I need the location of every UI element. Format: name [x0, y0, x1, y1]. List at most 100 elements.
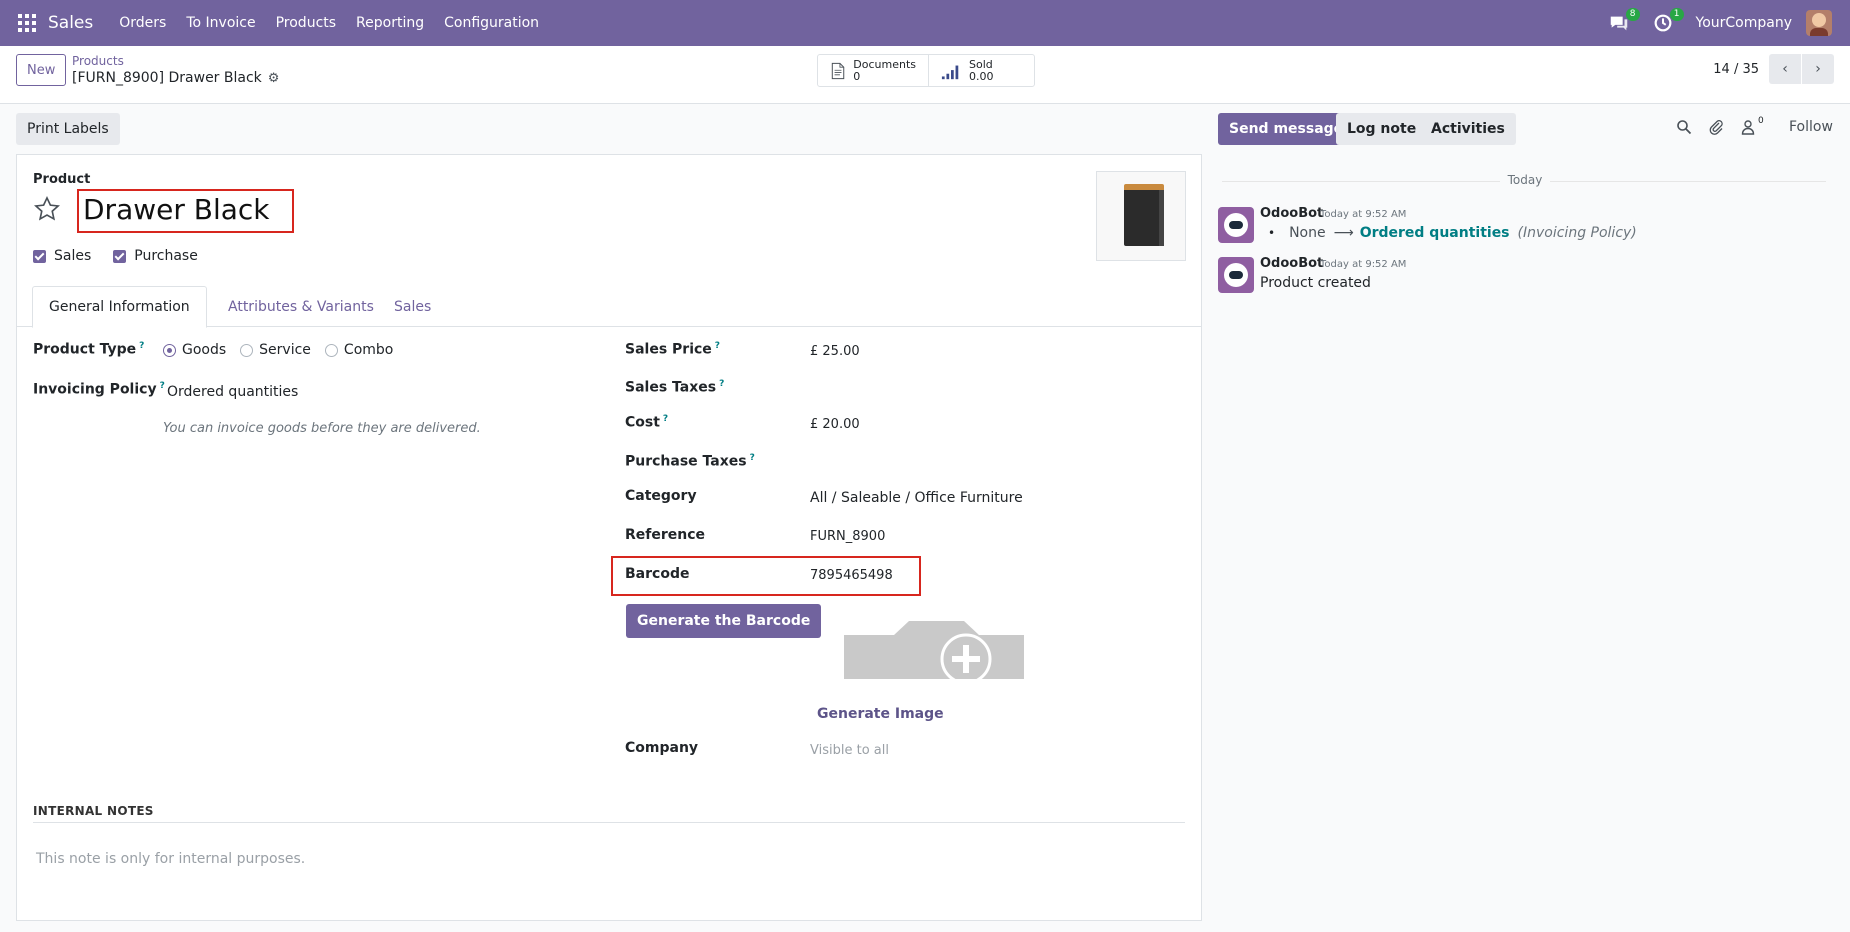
followers-count: 0 [1758, 116, 1764, 126]
sales-checkbox[interactable] [33, 249, 46, 263]
tracking-old-value: None [1289, 225, 1326, 241]
messages-icon[interactable]: 8 [1608, 8, 1640, 34]
purchase-taxes-label: Purchase Taxes? [625, 453, 755, 470]
sales-taxes-label: Sales Taxes? [625, 379, 724, 396]
tracking-new-value: Ordered quantities [1359, 225, 1510, 241]
barcode-label: Barcode [625, 566, 690, 582]
purchase-checkbox[interactable] [113, 249, 127, 263]
send-message-button[interactable]: Send message [1218, 113, 1355, 145]
radio-combo-label: Combo [343, 342, 394, 358]
control-panel: New Products [FURN_8900] Drawer Black ⚙ … [0, 46, 1850, 104]
menu-products[interactable]: Products [266, 15, 346, 31]
user-avatar[interactable] [1806, 10, 1832, 36]
pager-value[interactable]: 14 / 35 [1713, 62, 1759, 77]
help-marker[interactable]: ? [715, 341, 720, 351]
tab-attributes-variants[interactable]: Attributes & Variants [212, 286, 390, 327]
activities-icon[interactable]: 1 [1652, 8, 1684, 34]
radio-goods[interactable] [163, 343, 176, 357]
invoicing-help-text: You can invoice goods before they are de… [163, 421, 481, 436]
radio-service-label: Service [259, 342, 311, 358]
print-labels-button[interactable]: Print Labels [16, 113, 120, 145]
documents-smart-button[interactable]: Documents 0 [818, 55, 929, 86]
odoobot-avatar[interactable] [1218, 207, 1254, 243]
category-field[interactable]: All / Saleable / Office Furniture [810, 490, 1023, 506]
company-switcher[interactable]: YourCompany [1696, 15, 1793, 31]
sold-value: 0.00 [969, 69, 994, 83]
message-body: Product created [1260, 275, 1371, 291]
pager-previous-button[interactable]: ‹ [1769, 54, 1801, 84]
breadcrumb-products[interactable]: Products [72, 54, 124, 68]
activities-button[interactable]: Activities [1420, 113, 1516, 145]
category-label: Category [625, 488, 697, 504]
cost-label: Cost? [625, 414, 668, 431]
message-date: Today at 9:52 AM [1320, 209, 1407, 220]
help-marker[interactable]: ? [750, 453, 755, 463]
invoicing-policy-field[interactable]: Ordered quantities [167, 384, 298, 400]
invoicing-policy-label-text: Invoicing Policy [33, 381, 157, 398]
menu-reporting[interactable]: Reporting [346, 15, 434, 31]
product-type-radio: Goods Service Combo [163, 342, 407, 358]
paperclip-icon[interactable] [1708, 119, 1724, 135]
chevron-left-icon: ‹ [1782, 61, 1788, 77]
sales-taxes-field[interactable] [810, 379, 1190, 397]
message-date: Today at 9:52 AM [1320, 259, 1407, 270]
apps-grid-icon[interactable] [18, 14, 36, 32]
product-image[interactable] [1096, 171, 1186, 261]
menu-configuration[interactable]: Configuration [434, 15, 549, 31]
cabinet-image [1124, 184, 1164, 246]
message-author[interactable]: OdooBot [1260, 206, 1323, 221]
product-name-field[interactable]: Drawer Black [83, 193, 270, 226]
help-marker[interactable]: ? [139, 341, 144, 351]
form-sheet: Product Drawer Black Sales Purchase Gene… [16, 154, 1202, 921]
gear-icon[interactable]: ⚙ [268, 71, 280, 86]
new-button[interactable]: New [16, 54, 67, 86]
log-note-button[interactable]: Log note [1336, 113, 1428, 145]
sales-price-label-text: Sales Price [625, 341, 712, 358]
pager-next-button[interactable]: › [1802, 54, 1834, 84]
sales-price-field[interactable]: £ 25.00 [810, 344, 860, 359]
documents-value: 0 [853, 69, 861, 83]
menu-orders[interactable]: Orders [109, 15, 176, 31]
search-icon[interactable] [1676, 119, 1692, 135]
help-marker[interactable]: ? [719, 379, 724, 389]
divider [33, 822, 1185, 823]
product-type-label-text: Product Type [33, 341, 137, 358]
company-field[interactable]: Visible to all [810, 743, 889, 758]
cost-field[interactable]: £ 20.00 [810, 417, 860, 432]
help-marker[interactable]: ? [663, 414, 668, 424]
menu-to-invoice[interactable]: To Invoice [176, 15, 265, 31]
sold-smart-button[interactable]: Sold 0.00 [929, 55, 1034, 86]
chatter-topbar-icons: 0 [1676, 116, 1778, 135]
odoobot-avatar[interactable] [1218, 257, 1254, 293]
generate-barcode-button[interactable]: Generate the Barcode [626, 604, 822, 638]
tab-sales[interactable]: Sales [378, 286, 447, 327]
top-navbar: Sales Orders To Invoice Products Reporti… [0, 0, 1850, 46]
radio-service[interactable] [240, 343, 254, 357]
message-author[interactable]: OdooBot [1260, 256, 1323, 271]
invoicing-policy-label: Invoicing Policy? [33, 381, 165, 398]
image-placeholder-icon[interactable] [834, 617, 1034, 679]
main-menu: Orders To Invoice Products Reporting Con… [109, 15, 549, 31]
smart-buttons: Documents 0 Sold 0.00 [817, 54, 1035, 87]
internal-notes-field[interactable]: This note is only for internal purposes. [36, 851, 305, 867]
generate-image-link[interactable]: Generate Image [817, 706, 944, 722]
date-separator: Today [1500, 173, 1550, 187]
help-marker[interactable]: ? [160, 381, 165, 391]
star-icon[interactable] [33, 195, 61, 223]
product-type-label: Product Type? [33, 341, 144, 358]
radio-combo[interactable] [324, 343, 338, 357]
followers-icon[interactable] [1740, 119, 1756, 135]
activities-badge: 1 [1669, 8, 1684, 21]
tab-general-information[interactable]: General Information [32, 286, 207, 328]
product-flags: Sales Purchase [33, 248, 220, 264]
reference-field[interactable]: FURN_8900 [810, 529, 885, 544]
app-name[interactable]: Sales [48, 13, 93, 33]
follow-button[interactable]: Follow [1789, 119, 1833, 135]
chevron-right-icon: › [1815, 61, 1821, 77]
purchase-taxes-field[interactable] [810, 453, 1190, 471]
purchase-checkbox-label: Purchase [134, 248, 198, 264]
barcode-field[interactable]: 7895465498 [810, 568, 893, 583]
sales-taxes-label-text: Sales Taxes [625, 379, 717, 396]
pager: 14 / 35 ‹ › [1713, 54, 1834, 84]
sales-price-label: Sales Price? [625, 341, 720, 358]
